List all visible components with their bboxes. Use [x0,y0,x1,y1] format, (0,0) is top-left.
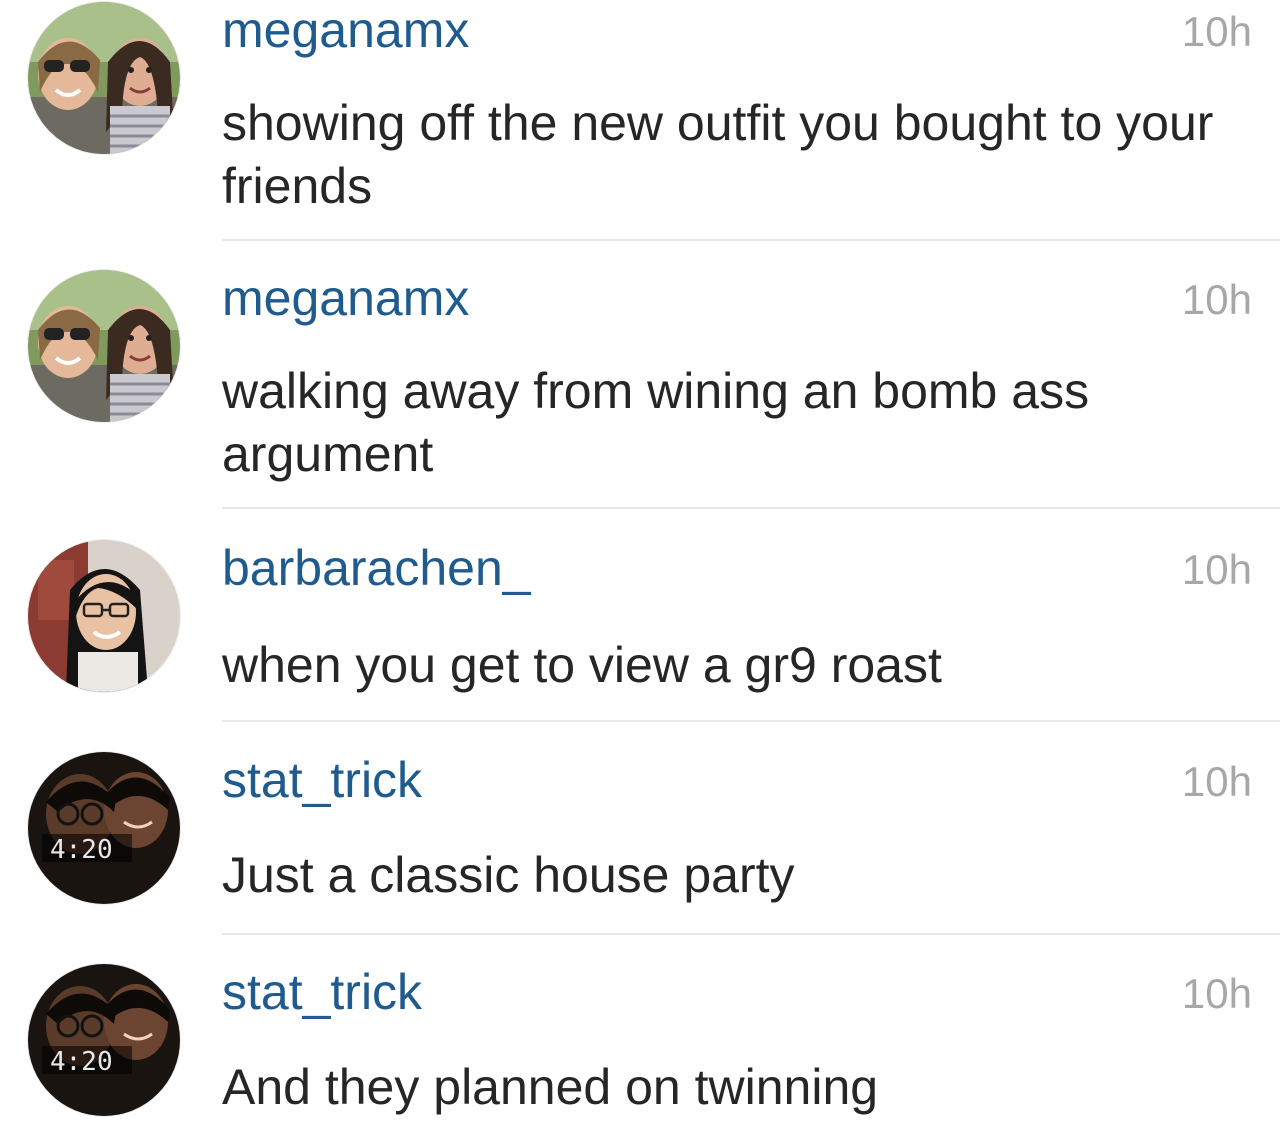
feed-item[interactable]: 4:20 stat_trick 10h And they planned on … [0,962,1280,1121]
caption: Just a classic house party [222,847,795,903]
divider [222,933,1280,935]
timestamp: 10h [1181,546,1252,593]
divider [222,720,1280,722]
friends-selfie-avatar[interactable] [28,270,180,422]
timestamp: 10h [1181,8,1252,55]
divider [222,239,1280,241]
timestamp: 10h [1181,758,1252,805]
divider [222,507,1280,509]
username[interactable]: stat_trick [222,962,422,1022]
friends-selfie-avatar[interactable] [28,2,180,154]
username[interactable]: meganamx [222,268,469,328]
clock-overlay-text: 4:20 [50,835,113,865]
feed-item[interactable]: meganamx 10h showing off the new outfit … [0,0,1280,240]
username[interactable]: barbarachen_ [222,538,531,598]
portrait-avatar[interactable] [28,540,180,692]
feed-item[interactable]: 4:20 stat_trick 10h Just a classic house… [0,750,1280,934]
caption: And they planned on twinning [222,1059,879,1115]
clock-selfie-avatar[interactable]: 4:20 [28,752,180,904]
username[interactable]: stat_trick [222,750,422,810]
caption: showing off the new outfit you bought to… [222,95,1214,214]
caption: walking away from wining an bomb ass arg… [222,363,1090,482]
clock-selfie-avatar[interactable]: 4:20 [28,964,180,1116]
activity-feed: meganamx 10h showing off the new outfit … [0,0,1280,1121]
timestamp: 10h [1181,276,1252,323]
timestamp: 10h [1181,970,1252,1017]
feed-item[interactable]: meganamx 10h walking away from wining an… [0,268,1280,508]
feed-item[interactable]: barbarachen_ 10h when you get to view a … [0,538,1280,720]
username[interactable]: meganamx [222,0,469,60]
caption: when you get to view a gr9 roast [222,637,942,693]
clock-overlay-text: 4:20 [50,1047,113,1077]
